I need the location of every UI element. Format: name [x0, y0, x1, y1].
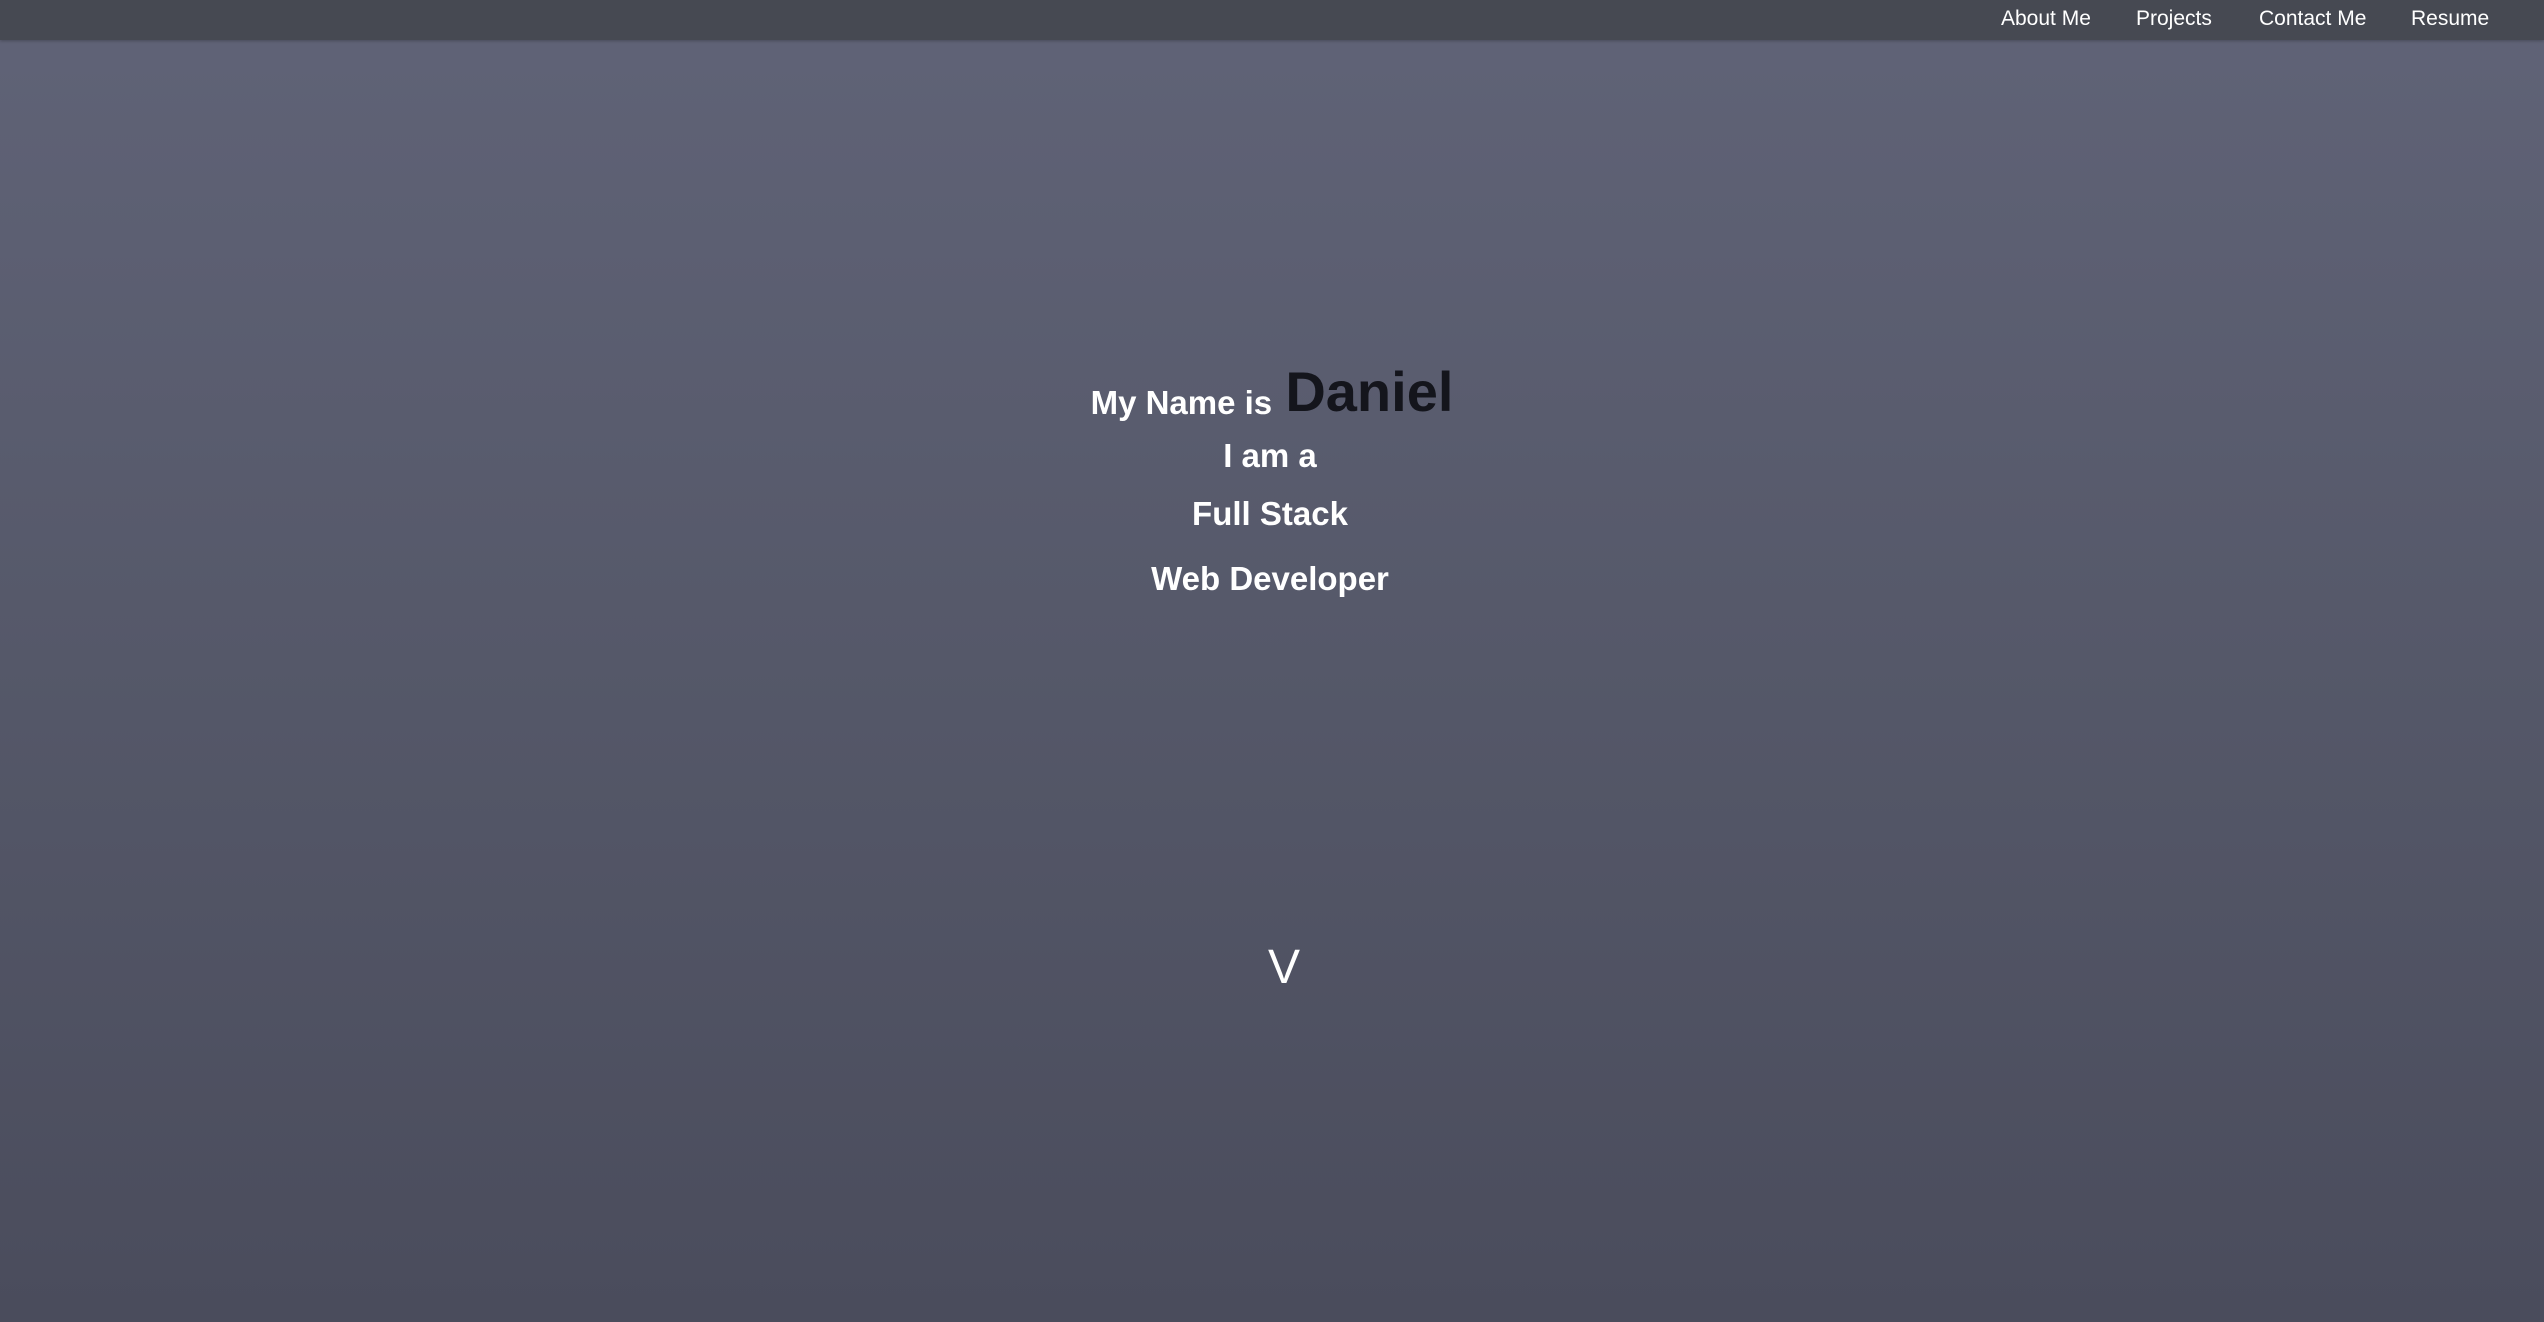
hero-role-line-2: Web Developer — [1151, 560, 1389, 597]
hero-name-heading: My Name is Daniel — [0, 360, 2544, 430]
chevron-down-icon[interactable]: V — [1268, 941, 1300, 994]
scroll-down-indicator[interactable]: V — [0, 938, 2544, 998]
nav-resume-link[interactable]: Resume — [2411, 0, 2489, 40]
hero-i-am-text: I am a — [1223, 437, 1317, 474]
hero-role-line-1: Full Stack — [1192, 495, 1348, 532]
hero-name: Daniel — [1285, 360, 1454, 423]
hero-intro-text: My Name is — [1090, 384, 1273, 421]
nav-about-me-link[interactable]: About Me — [2001, 0, 2091, 40]
top-navbar: About Me Projects Contact Me Resume — [0, 0, 2544, 40]
nav-projects-link[interactable]: Projects — [2136, 0, 2212, 40]
nav-contact-me-link[interactable]: Contact Me — [2259, 0, 2366, 40]
